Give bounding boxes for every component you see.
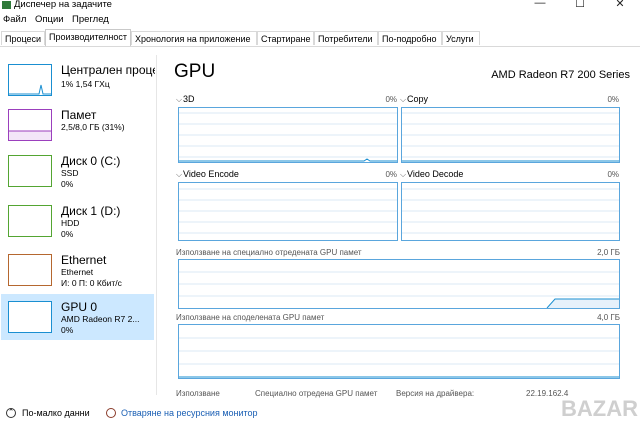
title-bar: Диспечер на задачите — ☐ ✕ <box>0 0 640 12</box>
gpu-model-name: AMD Radeon R7 200 Series <box>491 69 630 81</box>
dedicated-memory-max: 2,0 ГБ <box>597 248 620 257</box>
sidebar-item-value: 0% <box>61 229 74 239</box>
tab-services[interactable]: Услуги <box>442 31 480 45</box>
menu-file[interactable]: Файл <box>3 14 26 25</box>
engine-3d-graph <box>178 107 398 163</box>
shared-memory-graph <box>178 324 620 379</box>
sidebar-item-detail: SSD <box>61 168 79 178</box>
fewer-details-link[interactable]: По-малко данни <box>22 408 90 418</box>
sidebar-item-label: GPU 0 <box>61 300 98 314</box>
footer-bar: ⌃ По-малко данни Отваряне на ресурсния м… <box>0 402 640 424</box>
gpu-thumbnail <box>8 301 52 333</box>
sidebar-item-detail: 1% 1,54 ГХц <box>61 79 110 89</box>
memory-thumbnail <box>8 109 52 141</box>
resource-sidebar: Централен процесор 1% 1,54 ГХц Памет 2,5… <box>0 55 157 395</box>
sidebar-item-label: Ethernet <box>61 253 107 267</box>
engine-3d-percent: 0% <box>385 95 397 104</box>
shared-memory-max: 4,0 ГБ <box>597 313 620 322</box>
sidebar-item-value: 0% <box>61 325 74 335</box>
tab-startup[interactable]: Стартиране <box>257 31 314 45</box>
task-manager-icon <box>2 1 11 9</box>
sidebar-item-label: Диск 0 (C:) <box>61 154 121 168</box>
maximize-button[interactable]: ☐ <box>560 0 600 11</box>
sidebar-item-gpu0[interactable]: GPU 0 AMD Radeon R7 2... 0% <box>1 294 154 340</box>
watermark-logo: BAZAR <box>561 396 638 421</box>
menu-view[interactable]: Преглед <box>72 14 109 25</box>
ethernet-thumbnail <box>8 254 52 286</box>
sidebar-item-label: Памет <box>61 108 97 122</box>
sidebar-item-memory[interactable]: Памет 2,5/8,0 ГБ (31%) <box>1 102 154 148</box>
sidebar-item-cpu[interactable]: Централен процесор 1% 1,54 ГХц <box>1 57 155 103</box>
chevron-up-icon: ⌃ <box>6 408 16 418</box>
chevron-down-icon: ⌵ <box>176 95 183 104</box>
open-resource-monitor-link[interactable]: Отваряне на ресурсния монитор <box>121 408 258 418</box>
window-title: Диспечер на задачите <box>14 0 112 10</box>
sidebar-item-detail: AMD Radeon R7 2... <box>61 314 140 324</box>
driver-version-label: Версия на драйвера: <box>396 389 475 398</box>
shared-memory-label: Използване на споделената GPU памет <box>176 313 325 322</box>
tab-details[interactable]: По-подробно <box>378 31 442 45</box>
gpu-detail-panel: GPU AMD Radeon R7 200 Series ⌵3D 0% ⌵Cop… <box>170 57 630 397</box>
page-title: GPU <box>174 61 216 82</box>
sidebar-item-label: Диск 1 (D:) <box>61 204 121 218</box>
dedicated-memory-graph <box>178 259 620 309</box>
engine-selector-3d[interactable]: ⌵3D <box>176 94 195 105</box>
minimize-button[interactable]: — <box>520 0 560 11</box>
engine-video-encode-graph <box>178 182 398 241</box>
disk0-thumbnail <box>8 155 52 187</box>
close-button[interactable]: ✕ <box>600 0 640 11</box>
tab-bar: Процеси Производителност Хронология на п… <box>0 29 640 47</box>
engine-selector-video-encode[interactable]: ⌵Video Encode <box>176 169 239 180</box>
tab-users[interactable]: Потребители <box>314 31 378 45</box>
engine-selector-video-decode[interactable]: ⌵Video Decode <box>400 169 463 180</box>
sidebar-item-value: 0% <box>61 179 74 189</box>
engine-selector-copy[interactable]: ⌵Copy <box>400 94 428 105</box>
sidebar-item-detail: HDD <box>61 218 80 228</box>
engine-copy-graph <box>401 107 620 163</box>
sidebar-item-value: И: 0 П: 0 Кбит/с <box>61 278 122 288</box>
tab-performance[interactable]: Производителност <box>45 29 131 46</box>
chevron-down-icon: ⌵ <box>400 95 407 104</box>
engine-video-encode-percent: 0% <box>385 170 397 179</box>
chevron-down-icon: ⌵ <box>176 170 183 179</box>
tab-app-history[interactable]: Хронология на приложение <box>131 31 257 45</box>
cpu-thumbnail <box>8 64 52 96</box>
engine-copy-percent: 0% <box>607 95 619 104</box>
engine-video-decode-graph <box>401 182 620 241</box>
chevron-down-icon: ⌵ <box>400 170 407 179</box>
sidebar-item-disk0[interactable]: Диск 0 (C:) SSD 0% <box>1 148 154 194</box>
disk1-thumbnail <box>8 205 52 237</box>
menu-bar: Файл Опции Преглед <box>0 13 640 27</box>
sidebar-item-disk1[interactable]: Диск 1 (D:) HDD 0% <box>1 198 154 244</box>
dedicated-memory-label: Използване на специално отредената GPU п… <box>176 248 362 257</box>
sidebar-item-label: Централен процесор <box>61 63 155 77</box>
resource-monitor-icon <box>106 408 116 418</box>
engine-video-decode-percent: 0% <box>607 170 619 179</box>
usage-stat-label: Използване <box>176 389 220 398</box>
dedicated-stat-label: Специално отредена GPU памет <box>255 389 378 398</box>
tab-processes[interactable]: Процеси <box>1 31 45 45</box>
sidebar-item-detail: 2,5/8,0 ГБ (31%) <box>61 122 125 132</box>
sidebar-item-detail: Ethernet <box>61 267 94 277</box>
menu-options[interactable]: Опции <box>35 14 64 25</box>
window-controls: — ☐ ✕ <box>520 0 640 11</box>
sidebar-item-ethernet[interactable]: Ethernet Ethernet И: 0 П: 0 Кбит/с <box>1 247 154 293</box>
